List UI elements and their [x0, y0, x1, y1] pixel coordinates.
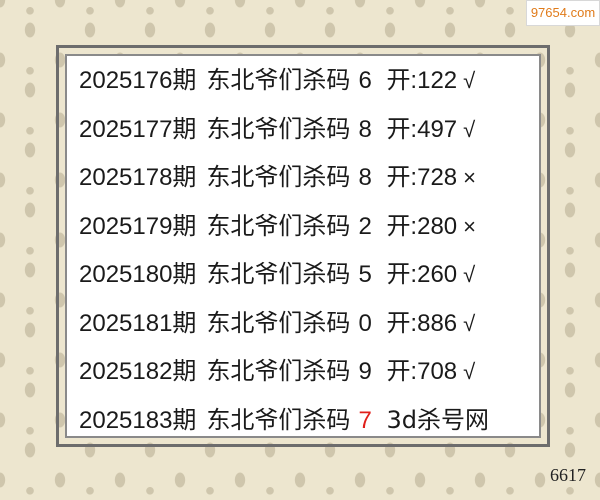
draw-result: 开:260 — [386, 261, 458, 288]
draw-result: 开:122 — [386, 67, 458, 94]
kill-code-highlight: 7 — [358, 406, 372, 434]
period-label: 2025183期 — [79, 406, 197, 434]
kill-code: 8 — [358, 164, 372, 191]
draw-result: 开:497 — [386, 115, 458, 143]
kill-code: 5 — [358, 261, 372, 288]
period-label: 2025178期 — [79, 164, 197, 191]
result-mark: √ — [463, 310, 476, 336]
prediction-row: 2025179期 东北爷们杀码 2 开:280 × — [79, 202, 549, 251]
draw-result: 开:280 — [386, 212, 458, 240]
predictor-label: 东北爷们杀码 — [206, 405, 351, 434]
prediction-row: 2025176期 东北爷们杀码 6 开:122 √ — [79, 56, 549, 105]
result-mark: √ — [463, 262, 476, 287]
draw-result: 开:708 — [386, 358, 458, 385]
result-mark: √ — [463, 359, 476, 384]
kill-code: 8 — [358, 115, 372, 143]
prediction-row: 2025180期 东北爷们杀码 5 开:260 √ — [79, 250, 549, 299]
predictor-label: 东北爷们杀码 — [206, 260, 351, 288]
current-prediction-row: 2025183期 东北爷们杀码 7 3d杀号网 — [79, 396, 549, 445]
kill-code: 0 — [358, 309, 372, 337]
site-watermark: 97654.com — [526, 0, 600, 26]
predictor-label: 东北爷们杀码 — [206, 163, 351, 191]
predictor-label: 东北爷们杀码 — [206, 211, 351, 240]
period-label: 2025176期 — [79, 67, 197, 94]
prediction-list: 2025176期 东北爷们杀码 6 开:122 √ 2025177期 东北爷们杀码 8 开:4… — [79, 56, 549, 444]
kill-code: 2 — [358, 212, 372, 240]
draw-result: 开:728 — [386, 164, 458, 191]
period-label: 2025181期 — [79, 309, 197, 337]
predictor-label: 东北爷们杀码 — [206, 66, 351, 94]
page-number: 6617 — [550, 465, 586, 485]
period-label: 2025182期 — [79, 358, 197, 385]
prediction-row: 2025182期 东北爷们杀码 9 开:708 √ — [79, 347, 549, 396]
result-mark: √ — [463, 68, 476, 93]
result-mark: √ — [463, 116, 476, 142]
period-label: 2025180期 — [79, 261, 197, 288]
predictor-label: 东北爷们杀码 — [206, 308, 351, 337]
kill-code: 9 — [358, 358, 372, 385]
prediction-row: 2025177期 东北爷们杀码 8 开:497 √ — [79, 105, 549, 154]
period-label: 2025177期 — [79, 115, 197, 143]
predictor-label: 东北爷们杀码 — [206, 357, 351, 385]
draw-result: 开:886 — [386, 309, 458, 337]
predictor-label: 东北爷们杀码 — [206, 114, 351, 143]
result-mark: × — [463, 213, 477, 239]
result-mark: × — [463, 165, 477, 190]
site-name: 3d杀号网 — [386, 405, 489, 434]
kill-code: 6 — [358, 67, 372, 94]
prediction-row: 2025178期 东北爷们杀码 8 开:728 × — [79, 153, 549, 202]
period-label: 2025179期 — [79, 212, 197, 240]
prediction-row: 2025181期 东北爷们杀码 0 开:886 √ — [79, 299, 549, 348]
